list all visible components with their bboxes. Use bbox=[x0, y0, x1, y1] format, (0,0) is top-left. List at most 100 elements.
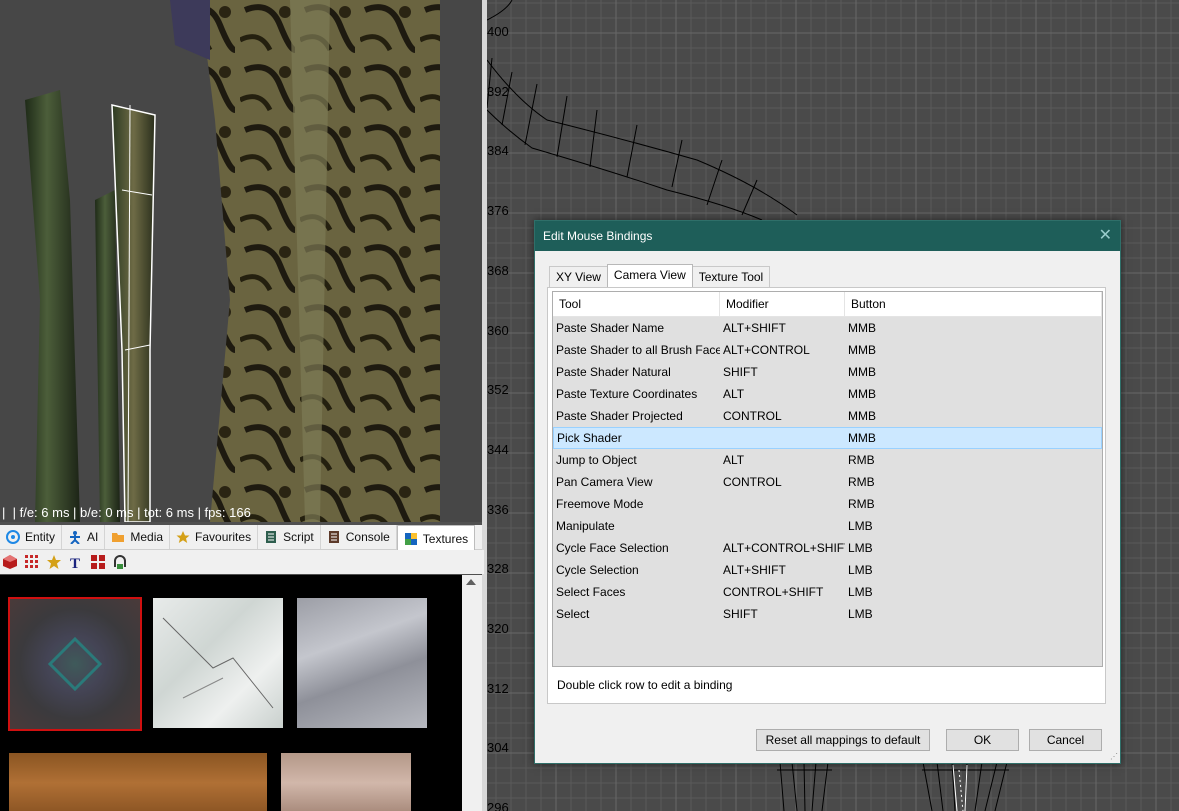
reset-mappings-button[interactable]: Reset all mappings to default bbox=[756, 729, 930, 751]
edit-mouse-bindings-dialog: Edit Mouse Bindings ✕ XY View Camera Vie… bbox=[534, 220, 1121, 764]
dialog-title: Edit Mouse Bindings bbox=[543, 229, 653, 243]
table-row[interactable]: Select SHIFT LMB bbox=[553, 603, 1102, 625]
tab-ai[interactable]: AI bbox=[62, 525, 106, 549]
cell-button: MMB bbox=[848, 343, 876, 357]
cube-icon[interactable] bbox=[2, 554, 18, 570]
table-header: Tool Modifier Button bbox=[553, 292, 1102, 317]
texture-scrollbar[interactable] bbox=[462, 575, 482, 811]
camera-viewport[interactable]: | | f/e: 6 ms | b/e: 0 ms | tot: 6 ms | … bbox=[0, 0, 482, 522]
tiles-icon[interactable] bbox=[90, 554, 106, 570]
table-row[interactable]: Paste Shader Projected CONTROL MMB bbox=[553, 405, 1102, 427]
pillar-green-left bbox=[25, 90, 80, 522]
table-row[interactable]: Paste Texture Coordinates ALT MMB bbox=[553, 383, 1102, 405]
texture-tile-wood[interactable] bbox=[9, 753, 267, 811]
inspector-tabbar: Entity AI Media Favourites Script Consol… bbox=[0, 525, 482, 551]
ok-button[interactable]: OK bbox=[946, 729, 1019, 751]
text-icon[interactable]: T bbox=[68, 554, 84, 572]
favourite-star-icon[interactable] bbox=[46, 554, 62, 570]
cell-tool: Paste Shader Projected bbox=[556, 409, 683, 423]
grid-coordinate-label: 336 bbox=[487, 501, 509, 517]
texture-tile-pink-marble[interactable] bbox=[281, 753, 411, 811]
cell-tool: Cycle Selection bbox=[556, 563, 639, 577]
shader-filter-icon[interactable] bbox=[112, 554, 128, 570]
tab-label: Script bbox=[283, 530, 314, 544]
table-row[interactable]: Paste Shader Natural SHIFT MMB bbox=[553, 361, 1102, 383]
column-header-modifier[interactable]: Modifier bbox=[720, 292, 845, 316]
texture-tile-selected[interactable] bbox=[8, 597, 142, 731]
cell-modifier: SHIFT bbox=[723, 365, 758, 379]
grid-coordinate-label: 368 bbox=[487, 262, 509, 278]
grid-coordinate-label: 312 bbox=[487, 680, 509, 696]
cell-button: LMB bbox=[848, 607, 873, 621]
resize-grip-icon[interactable]: ⋰ bbox=[1110, 753, 1118, 761]
cell-button: LMB bbox=[848, 585, 873, 599]
cell-tool: Jump to Object bbox=[556, 453, 637, 467]
tab-xy-view[interactable]: XY View bbox=[549, 266, 608, 288]
table-row[interactable]: Pick Shader MMB bbox=[553, 427, 1102, 449]
tab-console[interactable]: Console bbox=[321, 525, 397, 549]
grid-coordinate-label: 400 bbox=[487, 24, 509, 39]
cell-modifier: CONTROL+SHIFT bbox=[723, 585, 824, 599]
star-icon bbox=[176, 530, 190, 544]
tab-script[interactable]: Script bbox=[258, 525, 321, 549]
table-row[interactable]: Cycle Selection ALT+SHIFT LMB bbox=[553, 559, 1102, 581]
cell-tool: Paste Shader to all Brush Faces bbox=[556, 343, 720, 357]
tab-favourites[interactable]: Favourites bbox=[170, 525, 259, 549]
table-row[interactable]: Cycle Face Selection ALT+CONTROL+SHIFT LMB bbox=[553, 537, 1102, 559]
cell-modifier: CONTROL bbox=[723, 409, 782, 423]
render-stats: | | f/e: 6 ms | b/e: 0 ms | tot: 6 ms | … bbox=[2, 505, 251, 520]
tab-camera-view[interactable]: Camera View bbox=[606, 264, 693, 288]
table-row[interactable]: Jump to Object ALT RMB bbox=[553, 449, 1102, 471]
table-row[interactable]: Manipulate LMB bbox=[553, 515, 1102, 537]
cancel-button[interactable]: Cancel bbox=[1029, 729, 1102, 751]
tab-label: Favourites bbox=[195, 530, 252, 544]
grid-coordinate-label: 328 bbox=[487, 561, 509, 577]
pillar-green-mid bbox=[95, 190, 120, 522]
column-header-button[interactable]: Button bbox=[845, 292, 1102, 316]
texture-tile-white-marble[interactable] bbox=[153, 598, 283, 728]
cell-button: LMB bbox=[848, 541, 873, 555]
grid-coordinate-label: 360 bbox=[487, 322, 509, 338]
cell-tool: Cycle Face Selection bbox=[556, 541, 669, 555]
svg-text:T: T bbox=[70, 556, 80, 570]
tab-entity[interactable]: Entity bbox=[0, 525, 63, 549]
cell-modifier: ALT bbox=[723, 453, 745, 467]
cell-tool: Manipulate bbox=[556, 519, 615, 533]
dialog-titlebar[interactable]: Edit Mouse Bindings ✕ bbox=[535, 221, 1120, 251]
column-header-tool[interactable]: Tool bbox=[553, 292, 720, 316]
table-row[interactable]: Freemove Mode RMB bbox=[553, 493, 1102, 515]
ai-icon bbox=[68, 530, 82, 545]
cell-button: MMB bbox=[848, 409, 876, 423]
table-row[interactable]: Paste Shader to all Brush Faces ALT+CONTR… bbox=[553, 339, 1102, 361]
cell-button: MMB bbox=[848, 321, 876, 335]
grid-coordinate-label: 320 bbox=[487, 621, 509, 636]
cell-button: LMB bbox=[848, 519, 873, 533]
grid-coordinate-label: 344 bbox=[487, 441, 509, 457]
tab-label: AI bbox=[87, 530, 99, 544]
table-row[interactable]: Paste Shader Name ALT+SHIFT MMB bbox=[553, 317, 1102, 339]
cell-modifier: SHIFT bbox=[723, 607, 758, 621]
table-row[interactable]: Select Faces CONTROL+SHIFT LMB bbox=[553, 581, 1102, 603]
tab-texture-tool[interactable]: Texture Tool bbox=[691, 266, 771, 288]
grid-icon[interactable] bbox=[24, 554, 40, 570]
grid-coordinate-label: 304 bbox=[487, 740, 509, 756]
cell-button: MMB bbox=[848, 387, 876, 401]
pillar-top-cap bbox=[170, 0, 210, 60]
grid-coordinate-label: 296 bbox=[487, 800, 509, 811]
script-icon bbox=[264, 530, 278, 544]
texture-browser[interactable] bbox=[0, 575, 462, 811]
cell-button: RMB bbox=[848, 475, 875, 489]
close-icon[interactable]: ✕ bbox=[1099, 221, 1112, 251]
tab-label: Entity bbox=[25, 530, 56, 544]
cell-button: LMB bbox=[848, 563, 873, 577]
table-row[interactable]: Pan Camera View CONTROL RMB bbox=[553, 471, 1102, 493]
tab-textures[interactable]: Textures bbox=[396, 525, 476, 551]
texture-tile-grey-marble[interactable] bbox=[297, 598, 427, 728]
console-icon bbox=[327, 530, 341, 544]
tab-label: Media bbox=[130, 530, 164, 544]
tab-label: Textures bbox=[422, 531, 469, 546]
cell-button: RMB bbox=[848, 497, 875, 511]
entity-icon bbox=[6, 530, 20, 544]
bindings-table[interactable]: Tool Modifier Button Paste Shader Name AL… bbox=[552, 291, 1103, 667]
tab-media[interactable]: Media bbox=[105, 525, 171, 549]
